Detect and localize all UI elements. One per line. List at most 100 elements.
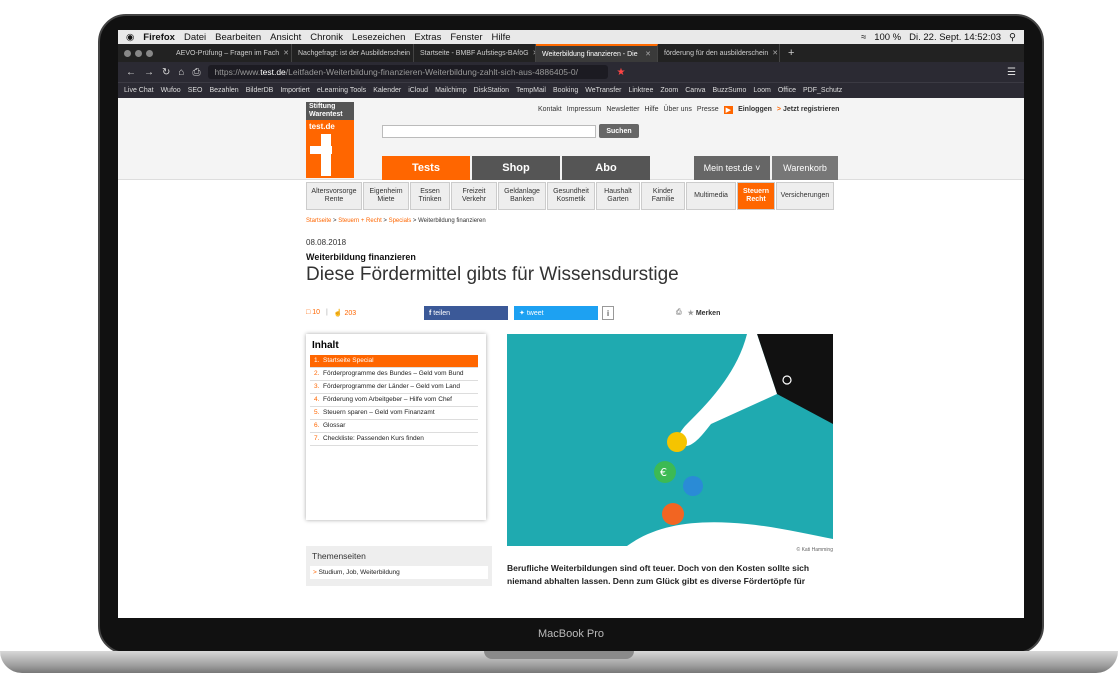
bookmark[interactable]: BilderDB — [246, 87, 274, 94]
link-kontakt[interactable]: Kontakt — [538, 106, 562, 114]
nav-tests[interactable]: Tests — [382, 156, 470, 180]
info-button[interactable]: i — [602, 306, 614, 320]
cat-multimedia[interactable]: Multimedia — [686, 182, 736, 210]
cat-versicherungen[interactable]: Versicherungen — [776, 182, 834, 210]
link-ueber-uns[interactable]: Über uns — [663, 106, 691, 114]
reload-icon[interactable]: ↻ — [162, 67, 170, 78]
cat-essen[interactable]: Essen Trinken — [410, 182, 450, 210]
forward-icon[interactable]: → — [144, 67, 154, 78]
bookmark[interactable]: Loom — [753, 87, 771, 94]
toc-item[interactable]: 4. Förderung vom Arbeitgeber – Hilfe vom … — [310, 394, 478, 407]
menu-item-lesezeichen[interactable]: Lesezeichen — [352, 32, 405, 43]
battery-percent[interactable]: 100 % — [874, 32, 901, 43]
search-button[interactable]: Suchen — [599, 124, 639, 138]
menu-item-chronik[interactable]: Chronik — [310, 32, 343, 43]
bookmark[interactable]: Live Chat — [124, 87, 154, 94]
menu-item-bearbeiten[interactable]: Bearbeiten — [215, 32, 261, 43]
wifi-icon[interactable]: ≈ — [861, 32, 866, 43]
clock[interactable]: Di. 22. Sept. 14:52:03 — [909, 32, 1001, 43]
link-hilfe[interactable]: Hilfe — [644, 106, 658, 114]
facebook-share-button[interactable]: f teilen — [424, 306, 508, 320]
stiftung-warentest-logo[interactable]: Stiftung Warentest test.de — [306, 102, 354, 178]
toc-item[interactable]: 5. Steuern sparen – Geld vom Finanzamt — [310, 407, 478, 420]
menu-app-name[interactable]: Firefox — [143, 32, 175, 43]
login-link[interactable]: Einloggen — [738, 106, 772, 114]
cat-gesundheit[interactable]: Gesundheit Kosmetik — [547, 182, 595, 210]
toc-item[interactable]: 6. Glossar — [310, 420, 478, 433]
nav-abo[interactable]: Abo — [562, 156, 650, 180]
cat-altersvorsorge[interactable]: Altersvorsorge Rente — [306, 182, 362, 210]
bookmark[interactable]: BuzzSumo — [712, 87, 746, 94]
menu-item-hilfe[interactable]: Hilfe — [492, 32, 511, 43]
cat-eigenheim[interactable]: Eigenheim Miete — [363, 182, 409, 210]
menu-item-datei[interactable]: Datei — [184, 32, 206, 43]
home-icon[interactable]: ⌂ — [178, 67, 184, 78]
cat-freizeit[interactable]: Freizeit Verkehr — [451, 182, 497, 210]
bookmark[interactable]: Mailchimp — [435, 87, 467, 94]
mein-test-button[interactable]: Mein test.de ˅ — [694, 156, 770, 180]
new-tab-icon[interactable]: + — [780, 47, 794, 59]
bookmark[interactable]: SEO — [188, 87, 203, 94]
search-input[interactable] — [382, 125, 596, 138]
bookmark-star-icon[interactable]: ★ — [616, 67, 625, 78]
bookmark[interactable]: Importiert — [280, 87, 310, 94]
browser-tab-4[interactable]: Weiterbildung finanzieren - Die ✕ — [536, 44, 658, 62]
browser-tab-3[interactable]: Startseite - BMBF Aufstiegs-BAföG✕ — [414, 44, 536, 62]
link-impressum[interactable]: Impressum — [567, 106, 602, 114]
merken-button[interactable]: ★ Merken — [688, 309, 721, 317]
browser-tab-1[interactable]: AEVO-Prüfung – Fragen im Fach ✕ — [170, 44, 292, 62]
nav-shop[interactable]: Shop — [472, 156, 560, 180]
browser-tab-5[interactable]: förderung für den ausbilderschein ✕ — [658, 44, 780, 62]
bookmark[interactable]: Kalender — [373, 87, 401, 94]
url-bar[interactable]: https://www. test.de/Leitfaden-Weiterbild… — [208, 65, 609, 79]
link-presse[interactable]: Presse — [697, 106, 719, 114]
browser-tab-2[interactable]: Nachgefragt: ist der Ausbilderschein✕ — [292, 44, 414, 62]
menu-item-ansicht[interactable]: Ansicht — [270, 32, 301, 43]
toc-item[interactable]: 3. Förderprogramme der Länder – Geld vom … — [310, 381, 478, 394]
close-icon[interactable]: ✕ — [645, 50, 651, 58]
print-icon[interactable]: ⎙ — [192, 67, 200, 78]
bookmark[interactable]: Zoom — [660, 87, 678, 94]
print-icon[interactable]: ⎙ — [676, 309, 682, 317]
cat-haushalt[interactable]: Haushalt Garten — [596, 182, 640, 210]
likes-count[interactable]: ☝ 203 — [334, 309, 356, 317]
bookmark[interactable]: Linktree — [628, 87, 653, 94]
bookmark[interactable]: Booking — [553, 87, 578, 94]
apple-icon[interactable]: ◉ — [126, 32, 134, 43]
cat-kinder[interactable]: Kinder Familie — [641, 182, 685, 210]
cart-button[interactable]: Warenkorb — [772, 156, 838, 180]
bookmark[interactable]: TempMail — [516, 87, 546, 94]
bookmark[interactable]: WeTransfer — [585, 87, 621, 94]
spotlight-icon[interactable]: ⚲ — [1009, 32, 1016, 43]
cat-steuern[interactable]: Steuern Recht — [737, 182, 775, 210]
extensions-icon[interactable]: ☰ — [1007, 67, 1016, 78]
toc-item[interactable]: 1. Startseite Special — [310, 355, 478, 368]
menu-item-fenster[interactable]: Fenster — [450, 32, 482, 43]
register-link[interactable]: > Jetzt registrieren — [777, 106, 839, 114]
bookmark[interactable]: Office — [778, 87, 796, 94]
bookmark[interactable]: DiskStation — [474, 87, 509, 94]
bookmark[interactable]: eLearning Tools — [317, 87, 366, 94]
back-icon[interactable]: ← — [126, 67, 136, 78]
bookmark[interactable]: iCloud — [408, 87, 428, 94]
bookmark[interactable]: Canva — [685, 87, 705, 94]
toc-item[interactable]: 2. Förderprogramme des Bundes – Geld vom … — [310, 368, 478, 381]
breadcrumb-steuern[interactable]: Steuern + Recht — [338, 218, 382, 224]
close-icon[interactable]: ✕ — [283, 49, 289, 57]
cat-geldanlage[interactable]: Geldanlage Banken — [498, 182, 546, 210]
bookmark[interactable]: PDF_Schutz — [803, 87, 842, 94]
window-controls[interactable] — [118, 49, 170, 57]
chevron-right-icon: > — [313, 569, 317, 576]
breadcrumb-startseite[interactable]: Startseite — [306, 218, 331, 224]
close-icon[interactable]: ✕ — [772, 49, 778, 57]
breadcrumb-specials[interactable]: Specials — [389, 218, 412, 224]
link-newsletter[interactable]: Newsletter — [606, 106, 639, 114]
bookmark[interactable]: Bezahlen — [209, 87, 238, 94]
toc-item[interactable]: 7. Checkliste: Passenden Kurs finden — [310, 433, 478, 446]
bookmarks-bar: Live Chat Wufoo SEO Bezahlen BilderDB Im… — [118, 82, 1024, 98]
bookmark[interactable]: Wufoo — [161, 87, 181, 94]
twitter-share-button[interactable]: ✦ tweet — [514, 306, 598, 320]
menu-item-extras[interactable]: Extras — [414, 32, 441, 43]
themen-link[interactable]: > Studium, Job, Weiterbildung — [310, 566, 488, 579]
comments-count[interactable]: □ 10 — [306, 309, 320, 317]
